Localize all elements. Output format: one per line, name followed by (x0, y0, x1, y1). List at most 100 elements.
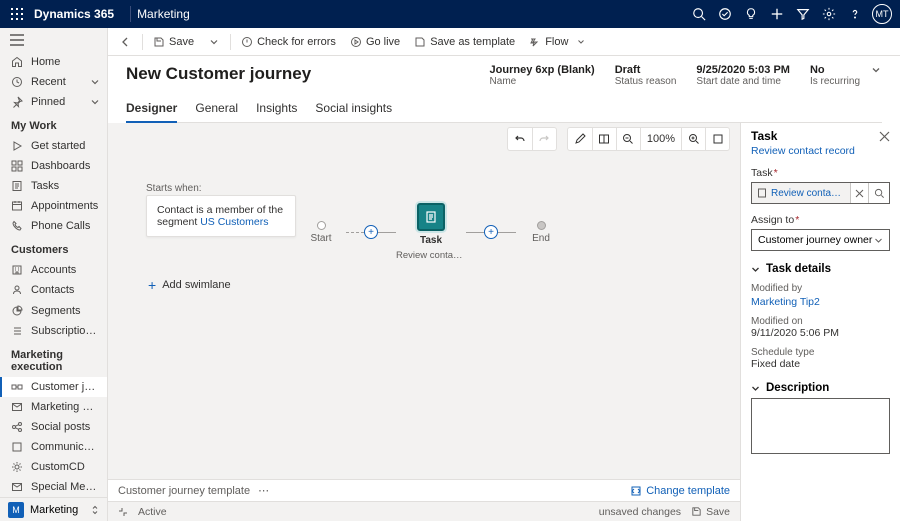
sidebar-item-customcd[interactable]: CustomCD (0, 457, 107, 477)
lookup-search-button[interactable] (869, 183, 889, 203)
template-more-button[interactable]: ⋯ (258, 484, 271, 497)
journey-canvas[interactable]: Starts when: Contact is a member of the … (108, 155, 740, 479)
status-bar: Active unsaved changes Save (108, 501, 740, 521)
search-icon[interactable] (686, 0, 712, 28)
zoom-in-button[interactable] (681, 128, 705, 150)
save-icon (153, 36, 165, 48)
save-button[interactable]: Save (147, 30, 200, 54)
sidebar-item-segments[interactable]: Segments (0, 301, 107, 321)
redo-button[interactable] (532, 128, 556, 150)
assistant-icon[interactable] (712, 0, 738, 28)
list-icon (11, 325, 23, 337)
sidebar-item-appointments[interactable]: Appointments (0, 196, 107, 216)
sidebar-item-pinned[interactable]: Pinned (0, 92, 107, 112)
footer-save-button[interactable]: Save (691, 506, 730, 518)
task-lookup[interactable]: Review contact record (751, 182, 890, 204)
chevron-down-icon (208, 36, 220, 48)
sidebar-item-get-started[interactable]: Get started (0, 136, 107, 156)
task-tile[interactable] (417, 203, 445, 231)
save-template-button[interactable]: Save as template (408, 30, 521, 54)
edit-mode-button[interactable] (568, 128, 592, 150)
header-start-value: 9/25/2020 5:03 PM (696, 64, 790, 76)
add-tile-after[interactable]: + (484, 225, 498, 239)
sidebar-item-customer-journeys[interactable]: Customer journeys (0, 377, 107, 397)
chevron-down-icon (751, 265, 760, 274)
email-icon (11, 401, 23, 413)
check-errors-button[interactable]: Check for errors (235, 30, 342, 54)
back-button[interactable] (114, 30, 138, 54)
flow-button[interactable]: Flow (523, 30, 593, 54)
pane-subtitle-link[interactable]: Review contact record (751, 145, 890, 157)
clock-icon (11, 76, 23, 88)
chevron-down-icon (751, 384, 760, 393)
add-swimlane-button[interactable]: +Add swimlane (148, 277, 231, 293)
phone-icon (11, 220, 23, 232)
message-icon (11, 481, 23, 493)
settings-icon[interactable] (816, 0, 842, 28)
add-tile-before[interactable]: + (364, 225, 378, 239)
record-header: New Customer journey Journey 6xp (Blank)… (108, 56, 900, 123)
snapshot-button[interactable] (592, 128, 616, 150)
properties-pane: Task Review contact record Task Review c… (740, 123, 900, 521)
user-avatar[interactable]: MT (872, 4, 892, 24)
sidebar-item-dashboards[interactable]: Dashboards (0, 156, 107, 176)
save-options-button[interactable] (202, 30, 226, 54)
help-icon[interactable] (842, 0, 868, 28)
canvas-view-toolbar: 100% (567, 127, 730, 151)
global-navbar: Dynamics 365 Marketing MT (0, 0, 900, 28)
sidebar-item-subscription-lists[interactable]: Subscription lists (0, 321, 107, 341)
sidebar-toggle[interactable] (0, 28, 107, 51)
start-node[interactable] (317, 221, 326, 230)
sidebar-item-communication-d[interactable]: Communication D… (0, 437, 107, 457)
sidebar-item-home[interactable]: Home (0, 51, 107, 71)
undo-redo-toolbar (507, 127, 557, 151)
header-status-value: Draft (615, 64, 677, 76)
header-expand-button[interactable] (870, 64, 882, 76)
lightbulb-icon[interactable] (738, 0, 764, 28)
app-launcher-icon[interactable] (8, 8, 26, 20)
description-section[interactable]: Description (751, 382, 890, 394)
sidebar-item-social-posts[interactable]: Social posts (0, 417, 107, 437)
sidebar-item-accounts[interactable]: Accounts (0, 260, 107, 280)
pane-title: Task (751, 129, 879, 143)
segment-link[interactable]: US Customers (200, 216, 268, 228)
tab-general[interactable]: General (195, 97, 238, 122)
tab-designer[interactable]: Designer (126, 97, 177, 123)
app-module-name[interactable]: Marketing (137, 7, 190, 21)
end-node[interactable] (537, 221, 546, 230)
task-details-section[interactable]: Task details (751, 263, 890, 275)
assign-to-select[interactable]: Customer journey owner (751, 229, 890, 251)
close-pane-button[interactable] (879, 131, 890, 142)
golive-icon (350, 36, 362, 48)
fit-screen-button[interactable] (705, 128, 729, 150)
tab-insights[interactable]: Insights (256, 97, 297, 122)
sidebar-item-phone-calls[interactable]: Phone Calls (0, 216, 107, 236)
modified-by-link[interactable]: Marketing Tip2 (751, 296, 890, 308)
status-expand-button[interactable] (118, 507, 128, 517)
sidebar-item-marketing-emails[interactable]: Marketing emails (0, 397, 107, 417)
record-status: Active (138, 506, 167, 518)
filter-icon[interactable] (790, 0, 816, 28)
area-switcher[interactable]: M Marketing (0, 497, 107, 521)
chevron-down-icon (91, 98, 99, 106)
zoom-out-button[interactable] (616, 128, 640, 150)
tab-social-insights[interactable]: Social insights (315, 97, 392, 122)
sidebar-item-tasks[interactable]: Tasks (0, 176, 107, 196)
description-textarea[interactable] (751, 398, 890, 454)
building-icon (11, 264, 23, 276)
chevron-down-icon (575, 36, 587, 48)
sidebar-item-contacts[interactable]: Contacts (0, 280, 107, 300)
clear-lookup-button[interactable] (851, 183, 869, 203)
zoom-level[interactable]: 100% (640, 128, 681, 150)
sidebar-item-special-messages[interactable]: Special Messages (0, 477, 107, 497)
sidebar-item-recent[interactable]: Recent (0, 72, 107, 92)
undo-button[interactable] (508, 128, 532, 150)
brand-name[interactable]: Dynamics 365 (34, 7, 114, 21)
add-icon[interactable] (764, 0, 790, 28)
start-condition-box[interactable]: Contact is a member of the segment US Cu… (146, 195, 296, 237)
change-template-button[interactable]: Change template (630, 485, 730, 497)
go-live-button[interactable]: Go live (344, 30, 406, 54)
sitemap-sidebar: Home Recent Pinned My Work Get started D… (0, 28, 108, 521)
task-icon (11, 180, 23, 192)
sidebar-group-execution: Marketing execution (0, 341, 107, 377)
